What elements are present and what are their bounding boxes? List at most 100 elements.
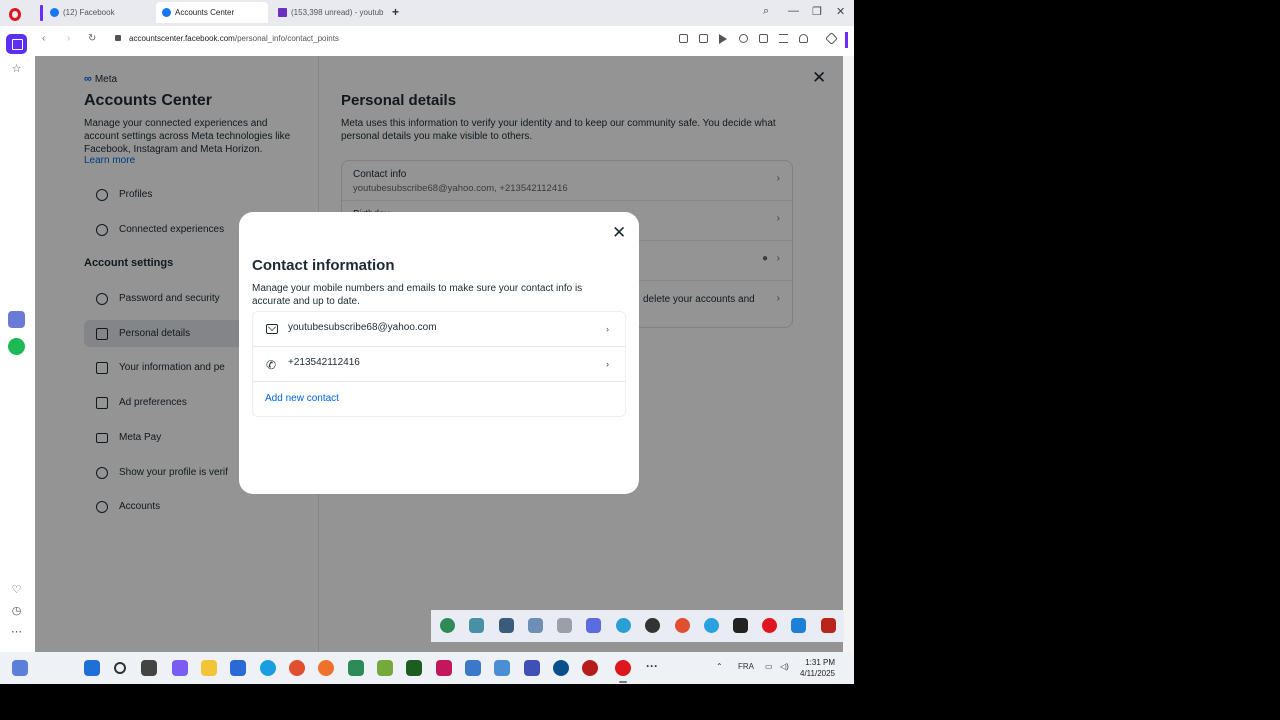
screen: (12) Facebook Accounts Center (153,398 u…: [0, 0, 854, 684]
dialog-title: Contact information: [252, 257, 395, 274]
copilot-icon[interactable]: [172, 660, 188, 676]
tab-label: Accounts Center: [175, 8, 235, 17]
app-icon[interactable]: [348, 660, 364, 676]
tab-facebook[interactable]: (12) Facebook: [44, 2, 154, 23]
app-icon[interactable]: [499, 618, 514, 633]
clock-date: 4/11/2025: [800, 669, 835, 678]
opera-sidebar: ☆ ♡ ◷ ⋯: [0, 26, 34, 652]
lock-icon: [115, 35, 121, 41]
app-icon[interactable]: [586, 618, 601, 633]
network-icon[interactable]: ▭: [765, 662, 773, 671]
app-icon[interactable]: [469, 618, 484, 633]
tab-accent: [40, 5, 43, 21]
utorrent-icon[interactable]: [377, 660, 393, 676]
add-new-contact-link[interactable]: Add new contact: [265, 393, 339, 404]
minimize-button[interactable]: —: [788, 5, 799, 17]
capcut-icon[interactable]: [733, 618, 748, 633]
windows-taskbar: ··· ⌃ FRA ▭ ◁) 1:31 PM 4/11/2025: [0, 652, 854, 684]
app-icon[interactable]: [553, 660, 569, 676]
chevron-right-icon: ›: [606, 324, 609, 334]
play-icon[interactable]: [719, 34, 727, 44]
volume-icon[interactable]: ◁): [780, 662, 789, 671]
search-icon[interactable]: [114, 662, 126, 674]
app-icon[interactable]: [436, 660, 452, 676]
camera-icon[interactable]: [699, 34, 708, 43]
weather-widget-icon[interactable]: [12, 660, 28, 676]
menu-icon[interactable]: [779, 34, 788, 43]
page-scrollbar[interactable]: [843, 56, 854, 652]
forward-button[interactable]: ›: [67, 33, 70, 44]
telegram-icon[interactable]: [704, 618, 719, 633]
contact-value: youtubesubscribe68@yahoo.com: [288, 322, 437, 333]
sidebar-toggle[interactable]: [845, 32, 848, 48]
phone-icon: ✆: [266, 358, 277, 372]
back-button[interactable]: ‹: [42, 33, 45, 44]
home-icon[interactable]: [6, 34, 27, 54]
spotify-icon[interactable]: [8, 338, 25, 355]
facebook-icon: [162, 8, 171, 17]
app-icon[interactable]: [440, 618, 455, 633]
close-window-button[interactable]: ✕: [836, 5, 845, 18]
app-icon[interactable]: [406, 660, 422, 676]
extensions-icon[interactable]: [825, 32, 838, 45]
app-icon[interactable]: [616, 618, 631, 633]
app-icon[interactable]: [524, 660, 540, 676]
start-icon[interactable]: [84, 660, 100, 676]
app-icon[interactable]: [465, 660, 481, 676]
reload-button[interactable]: ↻: [88, 33, 96, 44]
calculator-icon[interactable]: [528, 618, 543, 633]
language-indicator[interactable]: FRA: [738, 662, 754, 671]
app-icon[interactable]: [791, 618, 806, 633]
file-explorer-icon[interactable]: [201, 660, 217, 676]
app-icon[interactable]: [557, 618, 572, 633]
restore-button[interactable]: ❐: [812, 5, 822, 18]
url-field[interactable]: accountscenter.facebook.com/personal_inf…: [129, 34, 339, 43]
opera-icon[interactable]: [762, 618, 777, 633]
edge-icon[interactable]: [260, 660, 276, 676]
app-icon[interactable]: [821, 618, 836, 633]
pin-icon[interactable]: ☆: [10, 63, 23, 76]
clock[interactable]: 1:31 PM 4/11/2025: [800, 657, 835, 679]
more-icon[interactable]: ⋯: [10, 626, 23, 639]
contact-phone-row[interactable]: ✆ +213542112416 ›: [253, 347, 625, 382]
opera-icon[interactable]: [615, 660, 631, 676]
contact-email-row[interactable]: youtubesubscribe68@yahoo.com ›: [253, 312, 625, 347]
heart-icon[interactable]: [739, 34, 748, 43]
url-domain: accountscenter.facebook.com: [129, 34, 235, 43]
contact-information-dialog: ✕ Contact information Manage your mobile…: [239, 212, 639, 494]
more-apps-icon[interactable]: ···: [646, 659, 658, 673]
tab-bar: (12) Facebook Accounts Center (153,398 u…: [0, 0, 854, 26]
history-icon[interactable]: ◷: [10, 605, 23, 618]
chrome-icon[interactable]: [675, 618, 690, 633]
firefox-icon[interactable]: [318, 660, 334, 676]
search-tabs-icon[interactable]: ⌕: [763, 5, 769, 18]
url-path: /personal_info/contact_points: [234, 34, 339, 43]
profile-icon[interactable]: [799, 34, 808, 43]
task-view-icon[interactable]: [141, 660, 157, 676]
facebook-icon: [50, 8, 59, 17]
address-bar: ‹ › ↻ accountscenter.facebook.com/person…: [32, 28, 854, 52]
app-icon[interactable]: [8, 311, 25, 328]
mail-icon: [278, 8, 287, 17]
chrome-icon[interactable]: [289, 660, 305, 676]
clock-time: 1:31 PM: [805, 658, 835, 667]
download-icon[interactable]: [759, 34, 768, 43]
tab-mail[interactable]: (153,398 unread) - youtub: [272, 2, 384, 23]
dialog-description: Manage your mobile numbers and emails to…: [252, 283, 583, 307]
new-tab-button[interactable]: +: [392, 5, 399, 19]
running-indicator: [619, 681, 627, 683]
app-icon[interactable]: [582, 660, 598, 676]
contact-value: +213542112416: [288, 357, 360, 368]
taskbar-overflow-tray: [431, 610, 844, 642]
store-icon[interactable]: [230, 660, 246, 676]
edit-icon[interactable]: [679, 34, 688, 43]
show-hidden-icons[interactable]: ⌃: [716, 662, 723, 671]
heart-icon[interactable]: ♡: [10, 584, 23, 597]
chevron-right-icon: ›: [606, 359, 609, 369]
tab-accounts-center[interactable]: Accounts Center: [156, 2, 268, 23]
close-dialog-icon[interactable]: ✕: [612, 224, 626, 241]
app-icon[interactable]: [494, 660, 510, 676]
app-icon[interactable]: [645, 618, 660, 633]
tab-label: (153,398 unread) - youtub: [291, 8, 384, 17]
opera-logo-icon[interactable]: [9, 8, 21, 21]
